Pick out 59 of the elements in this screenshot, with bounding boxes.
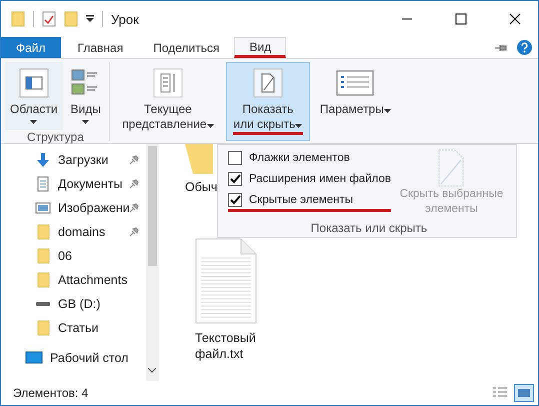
help-icon[interactable] [517,40,532,55]
ribbon-button[interactable]: Текущее представление [112,62,223,141]
scrollbar[interactable] [146,144,159,381]
nav-item[interactable]: domains [1,220,146,244]
nav-item[interactable]: Изображени [1,196,146,220]
checkbox[interactable] [228,172,242,186]
properties-icon[interactable] [42,11,56,27]
folder-icon [35,272,51,288]
file-name[interactable]: Обыч [185,180,218,194]
window-title: Урок [111,12,139,26]
large-icons-view-icon[interactable] [514,384,534,402]
nav-item[interactable]: Документы [1,172,146,196]
maximize-icon [455,13,467,25]
nav-item[interactable]: 06 [1,244,146,268]
ribbon-tab[interactable]: Поделиться [138,37,234,58]
caret-icon [384,109,391,113]
document-icon [35,176,51,192]
checkbox-label[interactable]: Расширения имен файлов [249,173,391,185]
scrollbar-thumb[interactable] [148,146,157,266]
document-icon [438,149,464,187]
checkbox-label[interactable]: Скрытые элементы [249,194,354,206]
nav-item[interactable]: Attachments [1,268,146,292]
download-arrow-icon [35,152,51,168]
folder-icon [35,224,51,240]
folder-icon [35,320,51,336]
desktop-icon [25,350,43,366]
ribbon-tab[interactable]: Вид [234,37,286,58]
caret-icon [82,120,90,124]
group-label: Структура [26,130,84,144]
dropdown-caret-icon[interactable] [86,15,94,23]
file-menu-tab[interactable]: Файл [1,37,61,58]
column-resize-icon [152,68,183,98]
checkbox[interactable] [228,193,242,207]
close-icon [509,13,521,25]
pin-icon[interactable] [495,44,507,52]
ribbon-button[interactable]: Виды [66,62,106,130]
panes-icon [18,68,49,98]
document-icon [252,68,283,98]
drive-icon [36,302,50,306]
caret-icon [295,124,302,128]
group-label: Показать или скрыть [310,221,428,235]
status-text: Элементов: 4 [13,386,88,400]
caret-icon [30,120,38,124]
file-name[interactable]: Текстовый файл.txt [195,330,275,362]
nav-item[interactable]: Рабочий стол [1,346,146,370]
ribbon-button[interactable]: Параметры [312,62,398,141]
ribbon-button[interactable]: Области [5,62,63,130]
nav-item[interactable]: Загрузки [1,148,146,172]
nav-item[interactable]: GB (D:) [1,292,146,316]
scroll-down-icon[interactable] [148,368,156,373]
image-icon [35,200,51,216]
caret-icon [206,124,214,128]
ribbon-tab[interactable]: Главная [62,37,138,58]
ribbon-button[interactable]: Показать или скрыть [226,62,310,141]
options-list-icon [335,68,376,98]
folder-icon [35,248,51,264]
nav-item[interactable]: Статьи [1,316,146,340]
checkbox-label[interactable]: Флажки элементов [249,152,350,164]
checkbox[interactable] [228,151,242,165]
